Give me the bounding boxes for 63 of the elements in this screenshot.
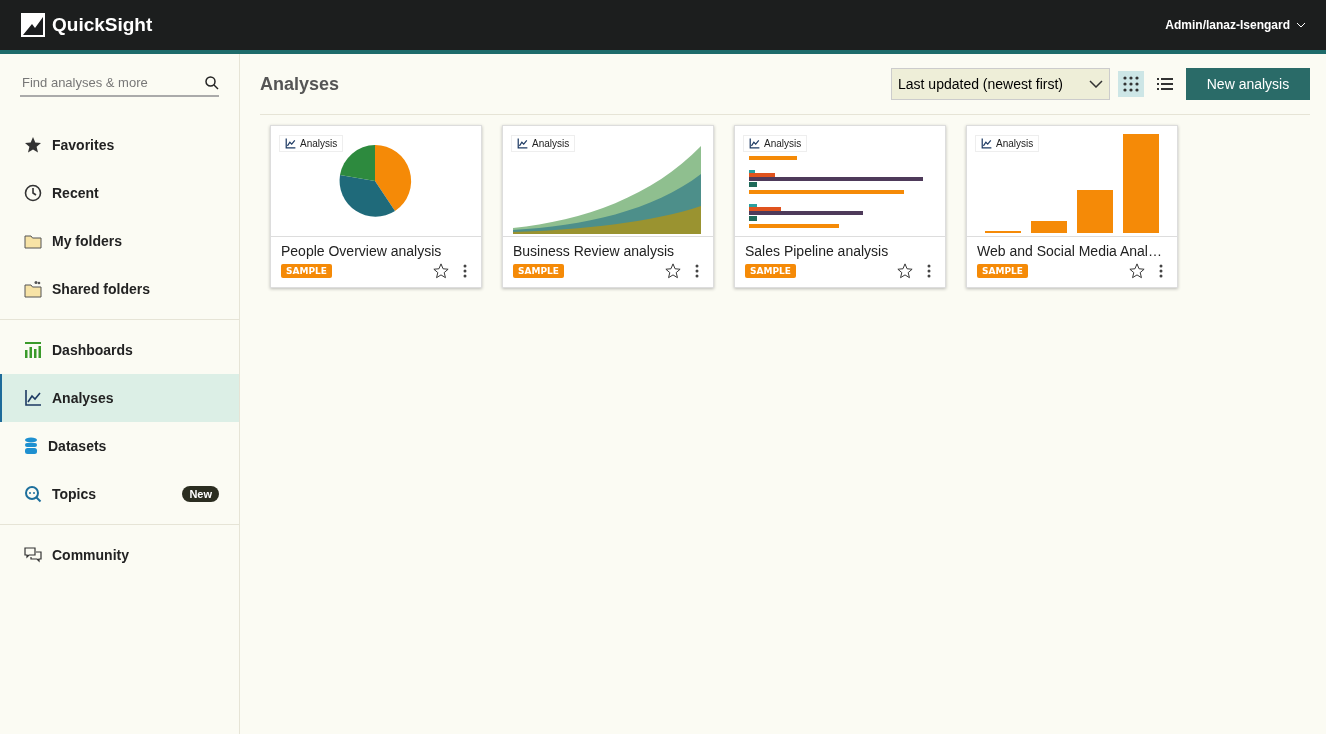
chart-bar — [749, 156, 797, 160]
shared-folder-icon — [24, 280, 42, 298]
sort-dropdown[interactable]: Last updated (newest first) — [891, 68, 1110, 100]
line-chart-icon — [517, 138, 528, 149]
search-chat-icon — [24, 485, 42, 503]
clock-icon — [24, 184, 42, 202]
user-menu[interactable]: Admin/lanaz-Isengard — [1165, 18, 1306, 32]
star-icon[interactable] — [665, 263, 681, 279]
analysis-card[interactable]: Analysis Sales Pipeline analysis SAMPLE — [734, 125, 946, 288]
line-chart-icon — [285, 138, 296, 149]
grid-icon — [1123, 76, 1139, 92]
sidebar-item[interactable]: Community — [0, 531, 239, 579]
sidebar-item[interactable]: Dashboards — [0, 326, 239, 374]
more-icon[interactable] — [1159, 264, 1163, 278]
bar-chart-icon — [24, 341, 42, 359]
chat-bubbles-icon — [24, 546, 42, 564]
line-chart-icon — [749, 138, 760, 149]
sidebar-item[interactable]: Analyses — [0, 374, 239, 422]
card-title[interactable]: People Overview analysis — [281, 243, 471, 259]
tag-label: Analysis — [764, 138, 802, 149]
search-field[interactable]: Find analyses & more — [20, 74, 205, 91]
more-icon[interactable] — [463, 264, 467, 278]
new-badge: New — [182, 486, 219, 502]
sample-badge: SAMPLE — [281, 264, 332, 278]
tag-label: Analysis — [300, 138, 338, 149]
list-icon — [1157, 77, 1173, 91]
page-title: Analyses — [260, 73, 340, 95]
sidebar-item[interactable]: My folders — [0, 217, 239, 265]
line-chart-icon — [24, 389, 42, 407]
sample-badge: SAMPLE — [745, 264, 796, 278]
star-icon — [24, 136, 42, 154]
analysis-card[interactable]: Analysis Web and Social Media Anal… SAMPLE — [966, 125, 1178, 288]
new-analysis-button[interactable]: New analysis — [1186, 68, 1310, 100]
chart-bar — [1031, 221, 1067, 233]
tag-label: Analysis — [996, 138, 1034, 149]
star-icon[interactable] — [433, 263, 449, 279]
search-icon — [205, 75, 219, 90]
app-logo-text: QuickSight — [52, 14, 153, 36]
star-icon[interactable] — [1129, 263, 1145, 279]
sample-badge: SAMPLE — [513, 264, 564, 278]
sidebar-item[interactable]: Topics New — [0, 470, 239, 518]
sidebar-item[interactable]: Datasets — [0, 422, 239, 470]
sidebar-item[interactable]: Favorites — [0, 121, 239, 169]
sample-badge: SAMPLE — [977, 264, 1028, 278]
chevron-down-icon — [1296, 22, 1306, 28]
grid-view-toggle[interactable] — [1118, 71, 1144, 97]
database-icon — [24, 437, 38, 455]
star-icon[interactable] — [897, 263, 913, 279]
more-icon[interactable] — [695, 264, 699, 278]
chart-bar — [1077, 190, 1113, 233]
analysis-card[interactable]: Analysis Business Review analysis SAMPLE — [502, 125, 714, 288]
logo-icon — [20, 12, 46, 38]
line-chart-icon — [981, 138, 992, 149]
card-title[interactable]: Business Review analysis — [513, 243, 703, 259]
more-icon[interactable] — [927, 264, 931, 278]
chevron-down-icon — [1089, 80, 1103, 88]
card-title[interactable]: Sales Pipeline analysis — [745, 243, 935, 259]
analysis-card[interactable]: Analysis People Overview analysis SAMPLE — [270, 125, 482, 288]
folder-icon — [24, 233, 42, 249]
sidebar-item[interactable]: Recent — [0, 169, 239, 217]
sidebar-item[interactable]: Shared folders — [0, 265, 239, 313]
card-title[interactable]: Web and Social Media Anal… — [977, 243, 1167, 259]
tag-label: Analysis — [532, 138, 570, 149]
